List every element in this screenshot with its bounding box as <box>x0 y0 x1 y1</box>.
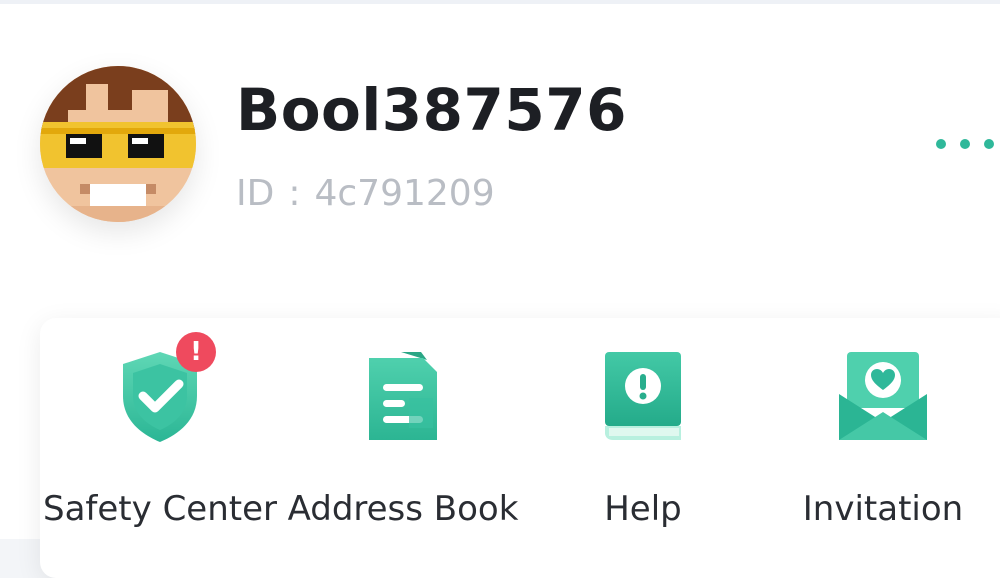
feature-label: Safety Center <box>43 489 277 529</box>
avatar[interactable] <box>40 66 196 222</box>
feature-label: Help <box>604 489 682 529</box>
username: Bool387576 <box>236 76 627 144</box>
user-id-label: ID <box>236 173 275 214</box>
feature-label: Invitation <box>802 489 964 529</box>
feature-address-book[interactable]: Address Book <box>283 318 523 539</box>
more-dots-icon <box>936 139 946 149</box>
features-card: ! Safety Center Address Book Help Invita… <box>40 318 1000 578</box>
invitation-envelope-icon <box>837 348 929 448</box>
user-id-separator: : <box>288 173 301 214</box>
alert-badge: ! <box>176 332 216 372</box>
more-dot-2 <box>960 139 970 149</box>
user-id-value: 4c791209 <box>314 173 495 214</box>
help-book-icon <box>601 348 685 448</box>
pixel-avatar-icon <box>40 66 196 222</box>
feature-help[interactable]: Help <box>523 318 763 539</box>
more-dot-3 <box>984 139 994 149</box>
feature-invitation[interactable]: Invitation <box>763 318 1000 539</box>
feature-label: Address Book <box>287 489 519 529</box>
more-button[interactable] <box>936 128 1000 160</box>
user-id: ID:4c791209 <box>236 172 495 216</box>
feature-safety-center[interactable]: ! Safety Center <box>40 318 280 539</box>
address-book-icon <box>363 348 443 448</box>
